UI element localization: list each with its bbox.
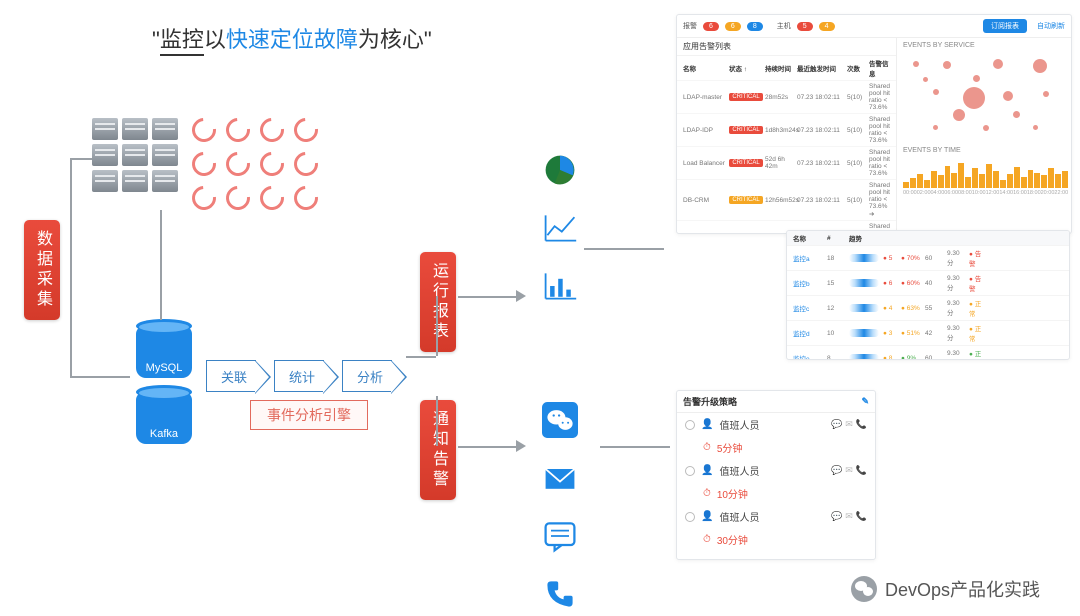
connector xyxy=(70,158,92,160)
connector xyxy=(436,296,438,356)
headline: "监控以快速定位故障为核心" xyxy=(152,22,432,54)
wechat-icon xyxy=(540,400,580,440)
grid-row[interactable]: 监控b15 ● 6● 60% 409.30 分● 告警 xyxy=(787,271,1069,296)
subscribe-button[interactable]: 订阅报表 xyxy=(983,19,1027,33)
bubble-chart xyxy=(903,53,1068,143)
arrowhead-icon xyxy=(516,440,526,452)
footer-brand: DevOps产品化实践 xyxy=(851,576,1040,602)
engine-label: 事件分析引擎 xyxy=(250,400,368,430)
table-row[interactable]: Load BalancerCRITICAL52d 6h 42m07.23 18:… xyxy=(677,147,896,180)
table-row[interactable]: LDAP-IDPCRITICAL1d8h3m24s07.23 18:02:115… xyxy=(677,114,896,147)
phone-icon: 📞 xyxy=(856,419,867,430)
connector xyxy=(70,158,72,376)
pipe-correlate: 关联 xyxy=(206,360,256,392)
tag-collect: 数据采集 xyxy=(24,220,60,320)
metrics-grid-panel: 名称#趋势 监控a18 ● 5● 70% 609.30 分● 告警 监控b15 … xyxy=(786,230,1070,360)
tag-notify: 通知告警 xyxy=(420,400,456,500)
pipe-analyze: 分析 xyxy=(342,360,392,392)
grid-row[interactable]: 监控e8 ● 8● 9% 609.30 分● 正常 xyxy=(787,346,1069,360)
phone-icon xyxy=(540,574,580,614)
connector xyxy=(406,356,436,358)
db-kafka: Kafka xyxy=(136,392,192,444)
section-title: 应用告警列表 xyxy=(677,38,896,56)
server-cluster xyxy=(92,118,322,214)
connector xyxy=(160,210,162,320)
chat-icon: 💬 xyxy=(831,419,842,430)
email-icon xyxy=(540,458,580,498)
grid-row[interactable]: 监控a18 ● 5● 70% 609.30 分● 告警 xyxy=(787,246,1069,271)
connector xyxy=(70,376,130,378)
linechart-icon xyxy=(540,208,580,248)
report-icons xyxy=(540,150,580,306)
edit-icon[interactable]: ✎ xyxy=(861,396,869,407)
person-icon: 👤 xyxy=(701,419,713,430)
mail-icon: ✉ xyxy=(845,419,853,430)
db-mysql: MySQL xyxy=(136,326,192,378)
connector xyxy=(458,296,518,298)
connector xyxy=(458,446,518,448)
table-row[interactable]: DB-CRMCRITICAL12h56m52s07.23 18:02:115(1… xyxy=(677,180,896,221)
table-row[interactable]: LDAP-masterCRITICAL28m52s07.23 18:02:115… xyxy=(677,81,896,114)
barchart-icon xyxy=(540,266,580,306)
dash-tabs[interactable]: 报警 6 6 8 主机 5 4 订阅报表 自动刷新 xyxy=(677,15,1071,38)
escalation-panel: 告警升级策略 ✎ 👤值班人员💬✉📞 ⏱5分钟 👤值班人员💬✉📞 ⏱10分钟 👤值… xyxy=(676,390,876,560)
connector xyxy=(584,248,664,250)
connector xyxy=(600,446,670,448)
grid-row[interactable]: 监控d10 ● 3● 51% 429.30 分● 正常 xyxy=(787,321,1069,346)
arrowhead-icon xyxy=(516,290,526,302)
notify-icons xyxy=(540,400,580,614)
pipe-stats: 统计 xyxy=(274,360,324,392)
connector xyxy=(436,396,438,446)
pipeline: 关联 统计 分析 xyxy=(206,360,410,392)
dashboard-panel: 报警 6 6 8 主机 5 4 订阅报表 自动刷新 应用告警列表 名称状态 ↑持… xyxy=(676,14,1072,234)
tag-report: 运行报表 xyxy=(420,252,456,352)
piechart-icon xyxy=(540,150,580,190)
sms-icon xyxy=(540,516,580,556)
spark-bars xyxy=(903,160,1068,188)
wechat-logo-icon xyxy=(851,576,877,602)
grid-row[interactable]: 监控c12 ● 4● 63% 559.30 分● 正常 xyxy=(787,296,1069,321)
